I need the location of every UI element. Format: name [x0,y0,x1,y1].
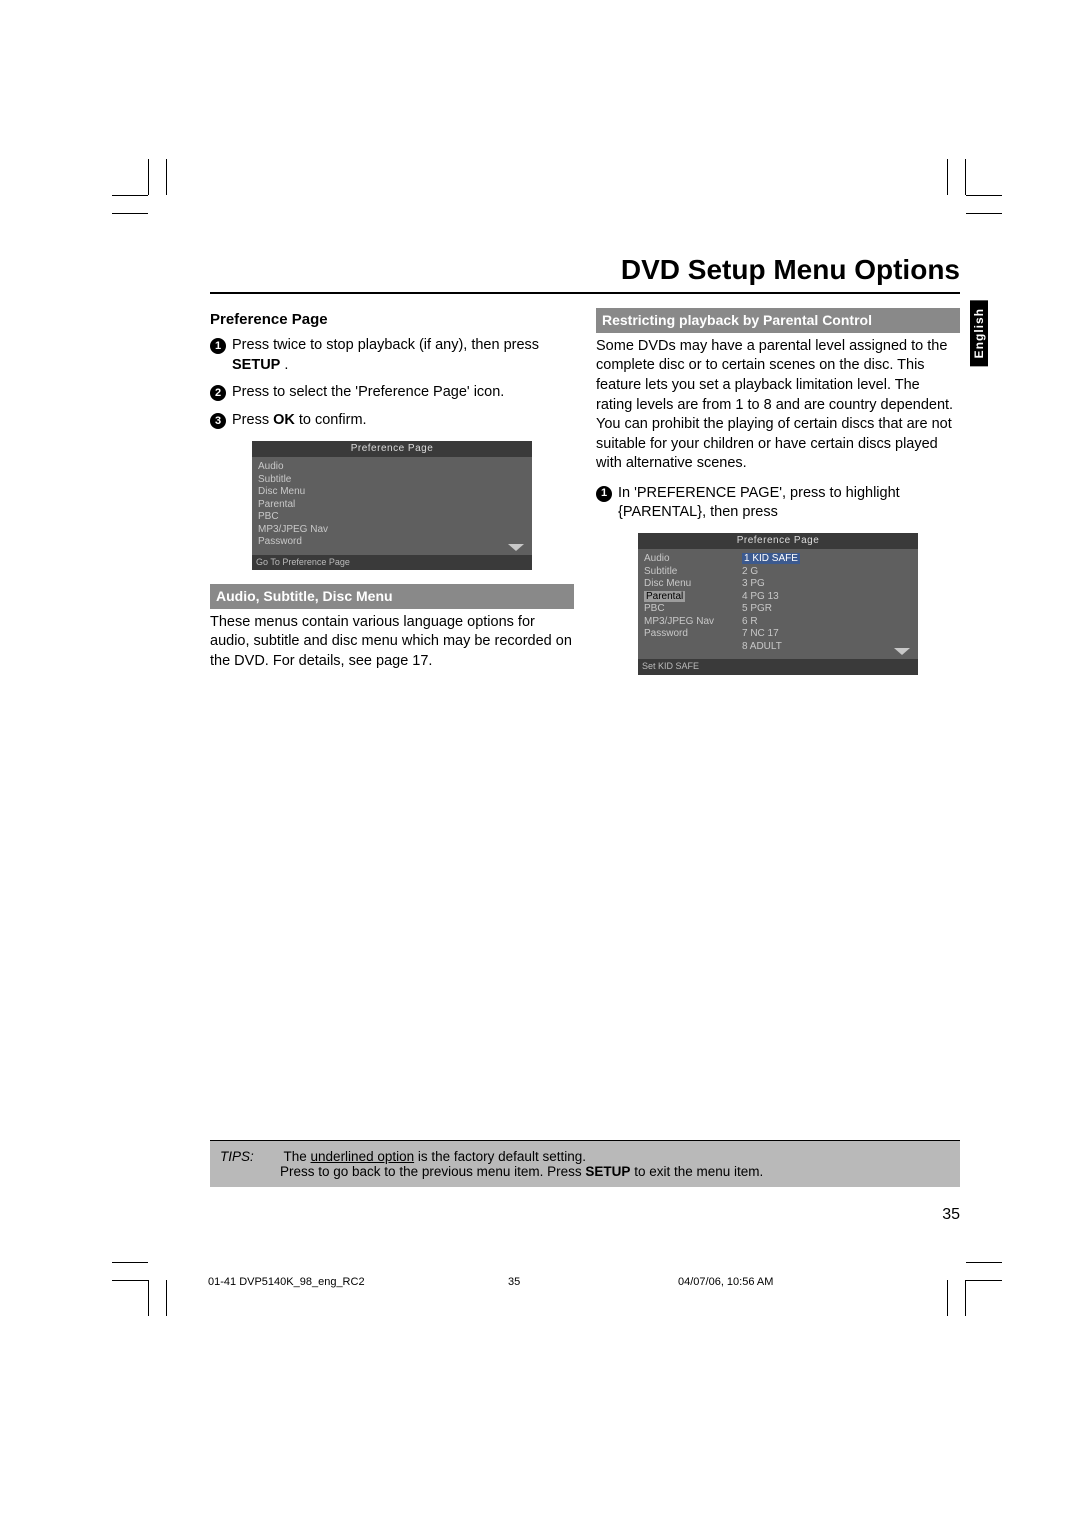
footer-page: 35 [508,1276,678,1288]
page-body: DVD Setup Menu Options Preference Page 1… [210,254,960,689]
osd-item: Disc Menu [258,486,526,499]
text: The [284,1149,311,1164]
footer-file: 01-41 DVP5140K_98_eng_RC2 [208,1276,508,1288]
osd-item: Subtitle [644,566,732,579]
section-parental: Restricting playback by Parental Control [596,308,960,333]
osd-item: Subtitle [258,474,526,487]
osd-value: 7 NC 17 [742,628,912,641]
osd-item: PBC [258,511,526,524]
text: twice to stop playback (if any), then pr… [273,337,539,353]
osd-item: Password [258,536,526,549]
osd-value: 5 PGR [742,603,912,616]
setup-key: SETUP [585,1164,630,1179]
section-audio-subtitle: Audio, Subtitle, Disc Menu [210,584,574,609]
osd-value: 2 G [742,566,912,579]
step-num-icon: 2 [210,385,226,401]
osd-value: 8 ADULT [742,641,912,654]
step-num-icon: 1 [210,338,226,354]
text: Press [280,1164,318,1179]
audio-subtitle-para: These menus contain various language opt… [210,613,574,672]
ok-key: OK [273,412,295,428]
osd-value: 4 PG 13 [742,591,912,604]
osd-menu-preview: Preference Page Audio 1 KID SAFE Subtitle… [638,533,918,675]
step-num-icon: 3 [210,413,226,429]
setup-key: SETUP [232,357,280,373]
osd-value: 3 PG [742,578,912,591]
osd-value: 1 KID SAFE [742,553,800,564]
osd-item-selected: Parental [644,591,685,602]
print-footer: 01-41 DVP5140K_98_eng_RC2 35 04/07/06, 1… [208,1276,958,1288]
osd-item: MP3/JPEG Nav [644,616,732,629]
osd-item: PBC [644,603,732,616]
osd-item: MP3/JPEG Nav [258,524,526,537]
language-tab: English [970,300,988,366]
chevron-down-icon [894,648,910,655]
osd-title: Preference Page [252,441,532,458]
parental-para: Some DVDs may have a parental level assi… [596,337,960,474]
text: to select the 'Preference Page' icon. [273,384,504,400]
text: to go back to the previous menu item. Pr… [318,1164,585,1179]
right-column: Restricting playback by Parental Control… [596,308,960,689]
chevron-down-icon [508,544,524,551]
text: to exit the menu item. [634,1164,763,1179]
tips-box: TIPS: The underlined option is the facto… [210,1140,960,1187]
step-num-icon: 1 [596,486,612,502]
osd-item: Audio [258,461,526,474]
osd-item: Parental [258,499,526,512]
page-title: DVD Setup Menu Options [210,254,960,294]
underlined-option: underlined option [311,1149,415,1164]
page-number: 35 [942,1206,960,1224]
text: Press [232,337,273,353]
osd-footer: Go To Preference Page [252,555,532,570]
text: Press [232,412,273,428]
step-1: 1 Press twice to stop playback (if any),… [210,336,574,375]
text: to confirm. [299,412,367,428]
text: is the factory default setting. [414,1149,586,1164]
left-column: Preference Page 1 Press twice to stop pl… [210,308,574,689]
step-1-right: 1 In 'PREFERENCE PAGE', press to highlig… [596,484,960,523]
osd-title: Preference Page [638,533,918,550]
step-2: 2 Press to select the 'Preference Page' … [210,383,574,403]
osd-value: 6 R [742,616,912,629]
footer-date: 04/07/06, 10:56 AM [678,1276,958,1288]
osd-item: Password [644,628,732,641]
pref-heading: Preference Page [210,310,574,330]
tips-label: TIPS: [220,1149,280,1164]
osd-item: Disc Menu [644,578,732,591]
text: In 'PREFERENCE PAGE', press [618,485,830,501]
osd-footer: Set KID SAFE [638,659,918,674]
text: . [284,357,288,373]
text: Press [232,384,273,400]
step-3: 3 Press OK to confirm. [210,411,574,431]
osd-menu-preview: Preference Page Audio Subtitle Disc Menu… [252,441,532,570]
osd-item: Audio [644,553,732,566]
